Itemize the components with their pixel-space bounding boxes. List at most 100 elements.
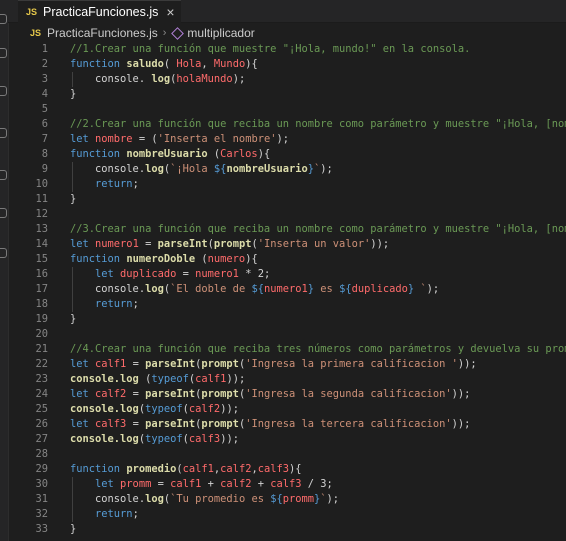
code-token: = <box>126 358 146 370</box>
code-text: let numero1 = parseInt(prompt('Inserta u… <box>70 237 389 252</box>
line-number: 1 <box>41 43 48 55</box>
code-text: console.log(typeof(calf3)); <box>70 432 239 447</box>
code-token: numero1 <box>263 283 308 295</box>
code-token: calf2 <box>220 463 252 475</box>
code-line[interactable]: 10 return; <box>0 177 566 192</box>
code-text: } <box>70 192 76 207</box>
code-token: calf3 <box>188 433 221 445</box>
code-line[interactable]: 12 <box>0 207 566 222</box>
code-token: prompt <box>201 418 239 430</box>
line-number: 28 <box>35 448 48 460</box>
code-line[interactable]: 19} <box>0 312 566 327</box>
close-icon[interactable]: × <box>166 4 174 20</box>
code-token: //2.Crear una función que reciba un nomb… <box>70 118 566 130</box>
code-token: = ( <box>132 133 158 145</box>
code-token: return <box>70 298 133 310</box>
line-number: 30 <box>35 478 48 490</box>
code-text: } <box>70 87 76 102</box>
code-line[interactable]: 6 //2.Crear una función que reciba un nom… <box>0 117 566 132</box>
code-token: numeroDoble <box>126 253 196 265</box>
code-line[interactable]: 24 let calf2 = parseInt(prompt('Ingresa l… <box>0 387 566 402</box>
code-token: ){ <box>245 253 258 265</box>
line-number: 20 <box>35 328 48 340</box>
code-line[interactable]: 22 let calf1 = parseInt(prompt('Ingresa l… <box>0 357 566 372</box>
line-number: 32 <box>35 508 48 520</box>
code-line[interactable]: 3 console. log(holaMundo); <box>0 72 566 87</box>
code-token: Hola <box>176 58 202 70</box>
code-text: //1.Crear una función que muestre "¡Hola… <box>70 42 470 57</box>
code-token: prompt <box>201 358 239 370</box>
breadcrumb-symbol[interactable]: multiplicador <box>187 26 254 40</box>
tab-title: PracticaFunciones.js <box>43 5 159 19</box>
method-symbol-icon <box>171 26 185 40</box>
code-token: )); <box>451 418 471 430</box>
code-token: } <box>70 523 77 535</box>
code-line[interactable]: 25 console.log(typeof(calf2)); <box>0 402 566 417</box>
code-token: typeof <box>151 373 189 385</box>
code-token: console.log <box>70 433 139 445</box>
breadcrumb-file[interactable]: PracticaFunciones.js <box>47 26 158 40</box>
code-token: Mundo <box>213 58 246 70</box>
code-line[interactable]: 8 function nombreUsuario (Carlos){ <box>0 147 566 162</box>
code-token: ){ <box>257 148 271 160</box>
code-editor[interactable]: 1 //1.Crear una función que muestre "¡Hol… <box>0 42 566 537</box>
code-line[interactable]: 9 console.log(`¡Hola ${nombreUsuario}`); <box>0 162 566 177</box>
code-line[interactable]: 32 return; <box>0 507 566 522</box>
code-token: nombreUsuario <box>226 163 308 175</box>
code-token: function <box>70 253 127 265</box>
code-token: )); <box>457 358 477 370</box>
code-line[interactable]: 2 function saludo( Hola, Mundo){ <box>0 57 566 72</box>
code-text: //3.Crear una función que reciba un nomb… <box>70 222 566 237</box>
code-token: ( <box>207 148 221 160</box>
code-token: return <box>70 178 133 190</box>
code-token: let <box>70 358 96 370</box>
code-line[interactable]: 13 //3.Crear una función que reciba un no… <box>0 222 566 237</box>
code-line[interactable]: 14 let numero1 = parseInt(prompt('Inserta… <box>0 237 566 252</box>
code-text: return; <box>70 297 139 312</box>
code-token: ${ <box>213 163 227 175</box>
code-line[interactable]: 4} <box>0 87 566 102</box>
code-token: let <box>70 478 121 490</box>
code-line[interactable]: 16 let duplicado = numero1 * 2; <box>0 267 566 282</box>
code-token: `¡Hola <box>170 163 214 175</box>
code-line[interactable]: 21 //4.Crear una función que reciba tres … <box>0 342 566 357</box>
code-line[interactable]: 26 let calf3 = parseInt(prompt('Ingresa l… <box>0 417 566 432</box>
explorer-icon[interactable] <box>0 14 7 24</box>
code-token: promm <box>120 478 152 490</box>
code-line[interactable]: 17 console.log(`El doble de ${numero1} e… <box>0 282 566 297</box>
code-token: es <box>314 283 340 295</box>
code-token: ){ <box>289 463 302 475</box>
code-token: prompt <box>201 388 239 400</box>
code-line[interactable]: 33} <box>0 522 566 537</box>
code-token: duplicado <box>351 283 408 295</box>
code-line[interactable]: 20 <box>0 327 566 342</box>
code-token: / 3; <box>301 478 333 490</box>
line-number: 23 <box>35 373 48 385</box>
code-token: typeof <box>145 403 183 415</box>
code-line[interactable]: 31 console.log(`Tu promedio es ${promm}`… <box>0 492 566 507</box>
code-token: function <box>70 148 127 160</box>
code-token: //4.Crear una función que reciba tres nú… <box>70 343 566 355</box>
code-line[interactable]: 23 console.log (typeof(calf1)); <box>0 372 566 387</box>
code-line[interactable]: 28 <box>0 447 566 462</box>
code-line[interactable]: 11} <box>0 192 566 207</box>
code-text: console.log(`El doble de ${numero1} es $… <box>70 282 439 297</box>
code-token: calf1 <box>182 463 214 475</box>
code-line[interactable]: 15 function numeroDoble (numero){ <box>0 252 566 267</box>
code-line[interactable]: 29 function promedio(calf1,calf2,calf3){ <box>0 462 566 477</box>
line-number: 18 <box>35 298 48 310</box>
code-line[interactable]: 7 let nombre = ('Inserta el nombre'); <box>0 132 566 147</box>
code-line[interactable]: 1 //1.Crear una función que muestre "¡Hol… <box>0 42 566 57</box>
code-line[interactable]: 30 let promm = calf1 + calf2 + calf3 / 3… <box>0 477 566 492</box>
code-text: let nombre = ('Inserta el nombre'); <box>70 132 289 147</box>
code-token: ); <box>276 133 289 145</box>
line-number: 10 <box>35 178 48 190</box>
editor-tab[interactable]: JS PracticaFunciones.js × <box>18 0 181 23</box>
code-token: console. <box>70 73 152 85</box>
code-line[interactable]: 18 return; <box>0 297 566 312</box>
code-token: Carlos <box>220 148 258 160</box>
code-token: )); <box>220 433 239 445</box>
code-line[interactable]: 27 console.log(typeof(calf3)); <box>0 432 566 447</box>
code-line[interactable]: 5 <box>0 102 566 117</box>
code-token: calf2 <box>220 478 252 490</box>
